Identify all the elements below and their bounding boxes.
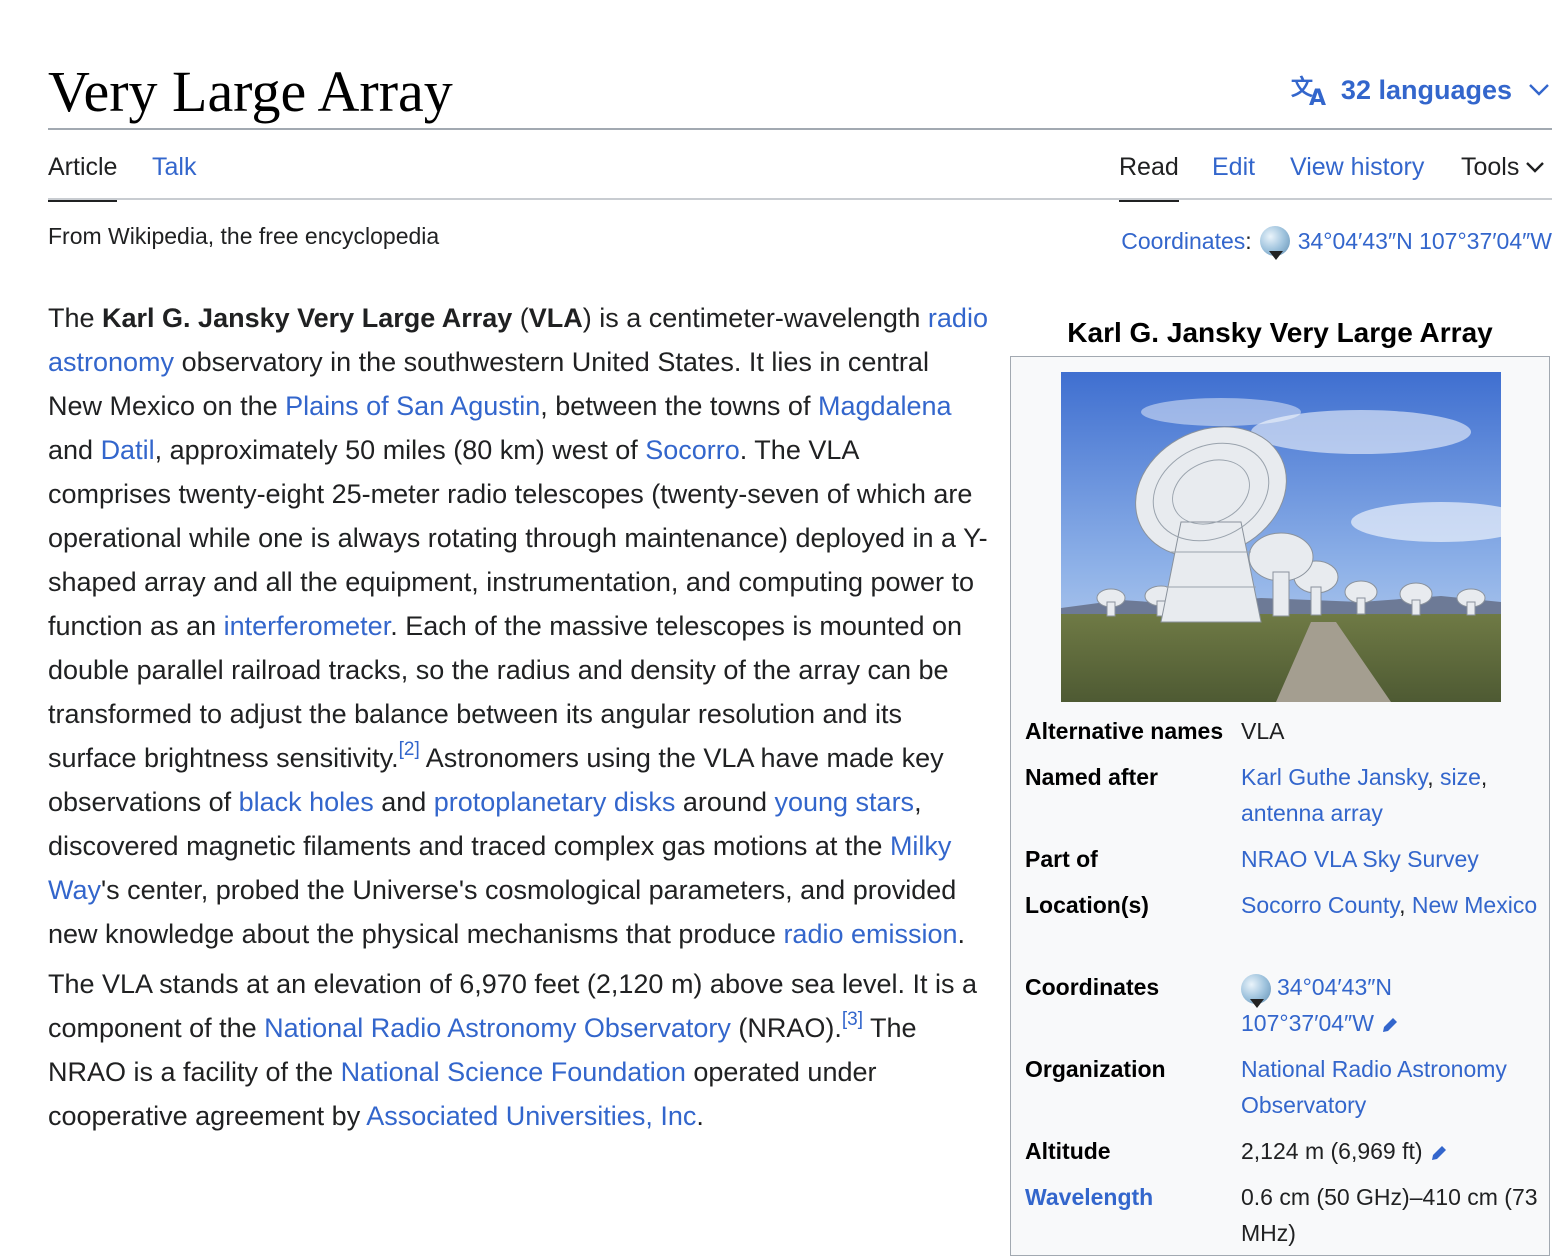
vla-photo[interactable] <box>1061 372 1501 702</box>
languages-button[interactable]: 文 A 32 languages <box>1291 70 1550 110</box>
row-value: 2,124 m (6,969 ft) <box>1241 1133 1541 1169</box>
title-divider <box>48 128 1552 130</box>
link-interferometer[interactable]: interferometer <box>224 611 391 641</box>
link-plains-of-san-agustin[interactable]: Plains of San Agustin <box>285 391 540 421</box>
tools-label: Tools <box>1461 153 1520 181</box>
row-label: Location(s) <box>1025 892 1149 918</box>
link-associated-universities[interactable]: Associated Universities, Inc <box>366 1101 696 1131</box>
link-radio-emission[interactable]: radio emission <box>783 919 957 949</box>
link-socorro[interactable]: Socorro <box>645 435 740 465</box>
tab-edit[interactable]: Edit <box>1212 144 1255 198</box>
link-socorro-county[interactable]: Socorro County <box>1241 892 1399 918</box>
row-value: 0.6 cm (50 GHz)–410 cm (73 MHz) <box>1241 1184 1538 1246</box>
tab-view-history[interactable]: View history <box>1290 144 1424 198</box>
row-value: Karl Guthe Jansky, size, antenna array <box>1241 759 1541 831</box>
link-protoplanetary-disks[interactable]: protoplanetary disks <box>434 787 676 817</box>
link-wavelength[interactable]: Wavelength <box>1025 1184 1153 1210</box>
tabs-divider <box>48 198 1552 200</box>
tab-article[interactable]: Article <box>48 144 118 202</box>
coordinates-value[interactable]: 34°04′43″N 107°37′04″W <box>1298 228 1552 255</box>
languages-label: 32 languages <box>1340 74 1512 105</box>
link-antenna-array[interactable]: antenna array <box>1241 800 1383 826</box>
row-value: Socorro County, New Mexico <box>1241 887 1541 923</box>
separator: , <box>1427 764 1440 790</box>
translate-icon: 文 A <box>1291 75 1326 107</box>
link-black-holes[interactable]: black holes <box>239 787 374 817</box>
text: and <box>48 435 101 465</box>
paragraph-elevation: The VLA stands at an elevation of 6,970 … <box>48 962 988 1138</box>
svg-text:A: A <box>1309 86 1326 107</box>
link-young-stars[interactable]: young stars <box>774 787 914 817</box>
link-nrao[interactable]: National Radio Astronomy Observatory <box>264 1013 731 1043</box>
row-label: Alternative names <box>1025 718 1224 744</box>
link-magdalena[interactable]: Magdalena <box>818 391 952 421</box>
bold-term: Karl G. Jansky Very Large Array <box>102 303 513 333</box>
text: The <box>48 303 103 333</box>
text: . <box>957 919 966 949</box>
row-label: Part of <box>1025 846 1098 872</box>
coordinates-indicator: Coordinates: 34°04′43″N 107°37′04″W <box>1121 222 1552 260</box>
infobox: Alternative names VLA Named after Karl G… <box>1010 356 1550 1256</box>
separator: , <box>1399 892 1412 918</box>
row-label: Named after <box>1025 764 1158 790</box>
row-value: VLA <box>1241 718 1285 744</box>
link-nsf[interactable]: National Science Foundation <box>341 1057 686 1087</box>
link-karl-guthe-jansky[interactable]: Karl Guthe Jansky <box>1241 764 1427 790</box>
link-size[interactable]: size <box>1440 764 1481 790</box>
page-title: Very Large Array <box>48 59 453 124</box>
text: (NRAO). <box>730 1013 842 1043</box>
link-datil[interactable]: Datil <box>101 435 155 465</box>
link-nrao[interactable]: National Radio Astronomy Observatory <box>1241 1056 1507 1118</box>
text: around <box>675 787 775 817</box>
text: ) is a centimeter-wavelength <box>582 303 928 333</box>
bold-term: VLA <box>528 303 583 333</box>
coordinates-link[interactable]: Coordinates <box>1121 228 1245 254</box>
paragraph-intro: The Karl G. Jansky Very Large Array (VLA… <box>48 296 988 956</box>
row-label: Altitude <box>1025 1138 1111 1164</box>
text: , between the towns of <box>540 391 818 421</box>
altitude-value: 2,124 m (6,969 ft) <box>1241 1138 1423 1164</box>
link-nrao-vla-sky-survey[interactable]: NRAO VLA Sky Survey <box>1241 846 1479 872</box>
link-new-mexico[interactable]: New Mexico <box>1412 892 1537 918</box>
row-label: Wavelength <box>1025 1179 1245 1215</box>
text: , approximately 50 miles (80 km) west of <box>154 435 646 465</box>
chevron-down-icon <box>1529 84 1549 96</box>
chevron-down-icon <box>1526 161 1545 173</box>
tab-talk[interactable]: Talk <box>152 144 196 198</box>
row-label: Organization <box>1025 1056 1166 1082</box>
text: and <box>373 787 434 817</box>
reference-2[interactable]: [2] <box>399 739 420 760</box>
row-value: 34°04′43″N 107°37′04″W <box>1241 969 1481 1041</box>
tools-menu[interactable]: Tools <box>1461 144 1545 190</box>
coordinates-separator: : <box>1245 227 1252 254</box>
infobox-caption: Karl G. Jansky Very Large Array <box>1067 317 1493 348</box>
globe-icon[interactable] <box>1259 226 1290 260</box>
row-value: National Radio Astronomy Observatory <box>1241 1051 1541 1123</box>
article-body: The Karl G. Jansky Very Large Array (VLA… <box>48 296 988 1144</box>
site-tagline: From Wikipedia, the free encyclopedia <box>48 223 440 249</box>
page-tabs: Article Talk Read Edit View history Tool… <box>48 144 1552 202</box>
row-value: NRAO VLA Sky Survey <box>1241 841 1541 877</box>
pencil-icon[interactable] <box>1429 1143 1449 1163</box>
separator: , <box>1480 764 1488 790</box>
reference-3[interactable]: [3] <box>842 1009 863 1030</box>
tab-read[interactable]: Read <box>1119 144 1179 202</box>
text: . <box>696 1101 704 1131</box>
text: ( <box>512 303 529 333</box>
globe-icon[interactable] <box>1241 973 1271 1008</box>
row-label: Coordinates <box>1025 974 1160 1000</box>
pencil-icon[interactable] <box>1380 1015 1400 1035</box>
